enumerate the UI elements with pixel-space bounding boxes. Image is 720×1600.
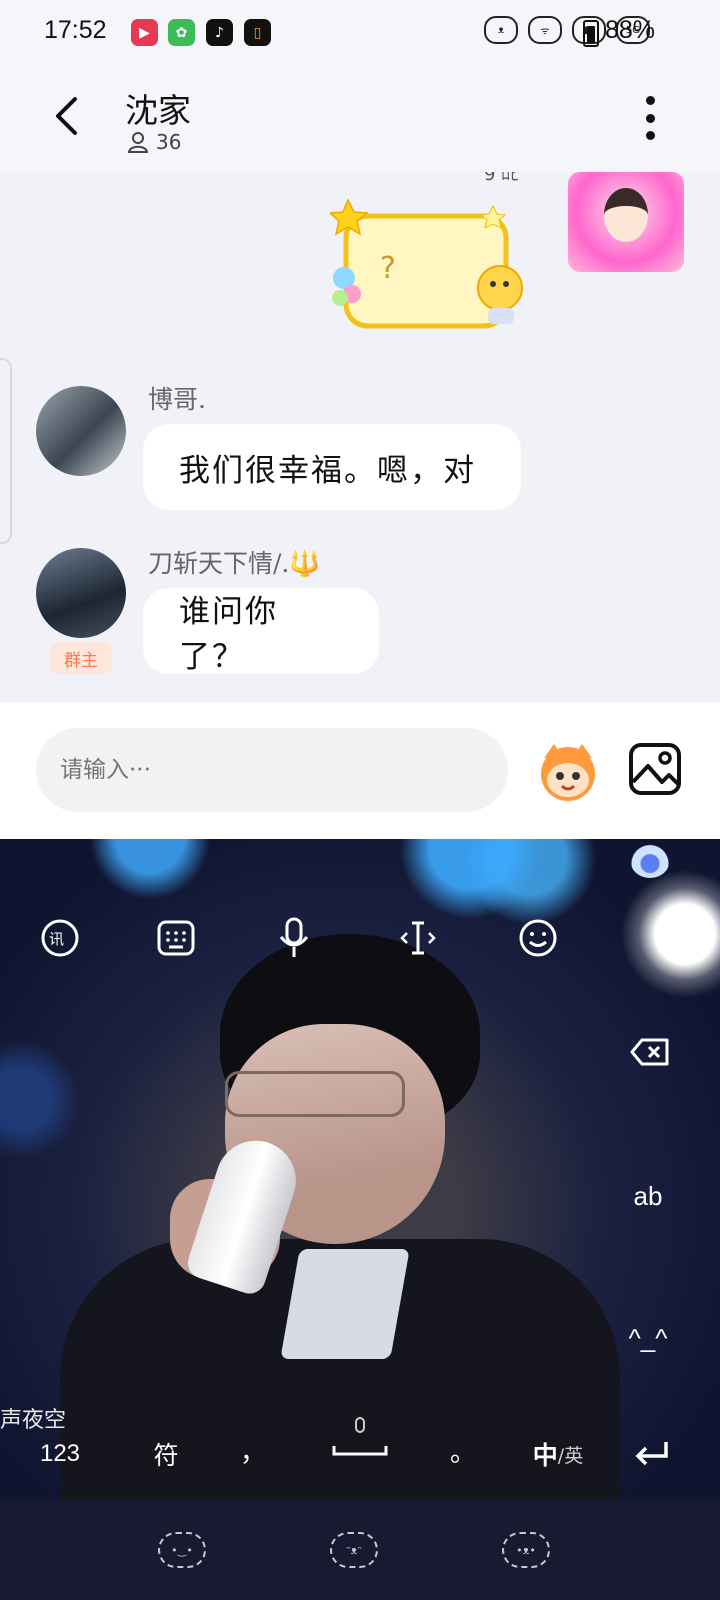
keyboard-icon[interactable]: [154, 916, 198, 960]
period-key[interactable]: 。: [446, 1430, 480, 1470]
svg-text:讯: 讯: [49, 930, 64, 948]
avatar[interactable]: [36, 548, 126, 638]
sender-name: 刀斩天下情/.🔱: [148, 549, 321, 578]
assistant-bot-icon[interactable]: [630, 842, 670, 878]
orange-app-icon: ▯: [244, 19, 271, 46]
bear-status-icon: ᴥ: [484, 16, 518, 44]
voice-translate-icon[interactable]: 讯: [38, 916, 82, 960]
space-mic-icon: [332, 1417, 388, 1456]
more-vertical-icon: [645, 96, 655, 105]
battery-percent: 88%: [605, 16, 656, 44]
side-drawer-handle[interactable]: [0, 358, 12, 544]
microphone-icon[interactable]: [272, 916, 316, 960]
enter-icon: [635, 1442, 668, 1466]
smile-icon[interactable]: [516, 916, 560, 960]
message-input-bar: [0, 702, 720, 839]
sticker-message[interactable]: ?: [330, 198, 540, 338]
message-input[interactable]: [36, 728, 508, 812]
bear-face-icon[interactable]: ᵔᴥᵔ: [330, 1532, 378, 1568]
emoji-face-icon[interactable]: [534, 736, 602, 804]
battery-icon: [583, 20, 599, 47]
number-key[interactable]: 123: [36, 1434, 84, 1474]
text-cursor-icon[interactable]: [396, 916, 440, 960]
bear-face-icon[interactable]: •ᴥ•: [502, 1532, 550, 1568]
space-key[interactable]: [330, 1414, 390, 1464]
enter-key[interactable]: [630, 1436, 674, 1472]
lang-alt-label: /英: [557, 1444, 584, 1467]
image-icon[interactable]: [628, 742, 682, 796]
video-call-app-icon: ▶: [131, 19, 158, 46]
group-owner-badge: 群主: [50, 642, 112, 674]
status-bar: 17:52 ▶ ✿ ♪ ▯ ᴥ ᯤ ▮▮ 5G 88%: [0, 0, 720, 66]
keyboard-background: [0, 839, 720, 1500]
status-time: 17:52: [44, 16, 107, 44]
chat-message-list[interactable]: 9 ﾛﾋ ? 博哥. 我们很幸福。嗯，对 群主 刀斩天下情/.🔱 谁问你了？: [0, 172, 720, 702]
kaomoji-key[interactable]: ^_^: [612, 1318, 684, 1358]
sender-name-partial: 9 ﾛﾋ: [484, 172, 520, 185]
message-bubble[interactable]: 谁问你了？: [143, 588, 379, 675]
group-title[interactable]: 沈家: [125, 84, 191, 132]
backspace-key[interactable]: [628, 1036, 672, 1068]
chevron-left-icon: [56, 97, 77, 135]
message-bubble[interactable]: 我们很幸福。嗯，对: [143, 424, 521, 510]
wifi-bear-icon: ᯤ: [528, 16, 562, 44]
more-options-button[interactable]: [640, 96, 660, 140]
background-lyric: 声夜空: [0, 1408, 67, 1433]
language-switch-key[interactable]: 中/英: [528, 1434, 588, 1474]
system-nav-bar: •‿• ᵔᴥᵔ •ᴥ•: [0, 1500, 720, 1600]
avatar[interactable]: [36, 386, 126, 476]
my-avatar[interactable]: [568, 172, 684, 272]
green-app-icon: ✿: [168, 19, 195, 46]
back-button[interactable]: [44, 94, 88, 138]
bear-face-icon[interactable]: •‿•: [158, 1532, 206, 1568]
tiktok-app-icon: ♪: [206, 19, 233, 46]
symbol-key[interactable]: 符: [146, 1434, 186, 1474]
member-count[interactable]: 36: [128, 130, 181, 154]
lang-main-label: 中: [532, 1441, 558, 1470]
comma-key[interactable]: ，: [236, 1430, 270, 1470]
person-icon: [128, 132, 148, 153]
sticker-question-mark: ?: [380, 251, 396, 286]
member-count-value: 36: [156, 130, 182, 154]
backspace-icon: [630, 1038, 669, 1066]
abc-key[interactable]: ab: [618, 1176, 678, 1216]
sender-name: 博哥.: [148, 385, 206, 414]
chat-header: 沈家 36: [0, 66, 720, 172]
